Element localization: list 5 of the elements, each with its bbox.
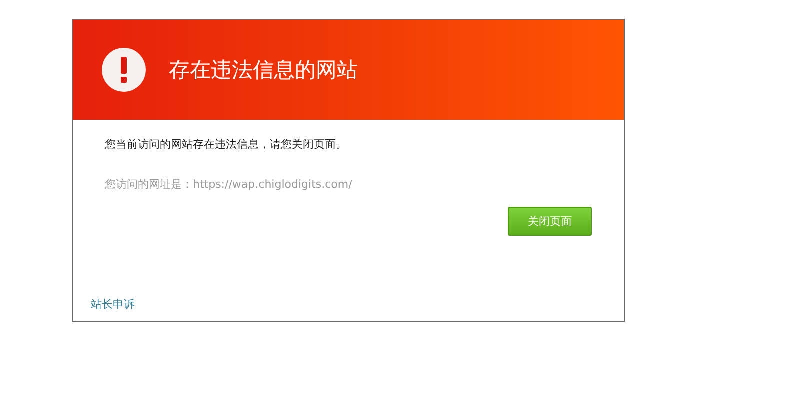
visited-url-text: 您访问的网址是：https://wap.chiglodigits.com/ bbox=[105, 177, 354, 192]
warning-message: 您当前访问的网站存在违法信息，请您关闭页面。 bbox=[105, 137, 348, 152]
warning-icon bbox=[101, 47, 147, 93]
appeal-link[interactable]: 站长申诉 bbox=[91, 297, 135, 312]
dialog-title: 存在违法信息的网站 bbox=[169, 57, 358, 84]
